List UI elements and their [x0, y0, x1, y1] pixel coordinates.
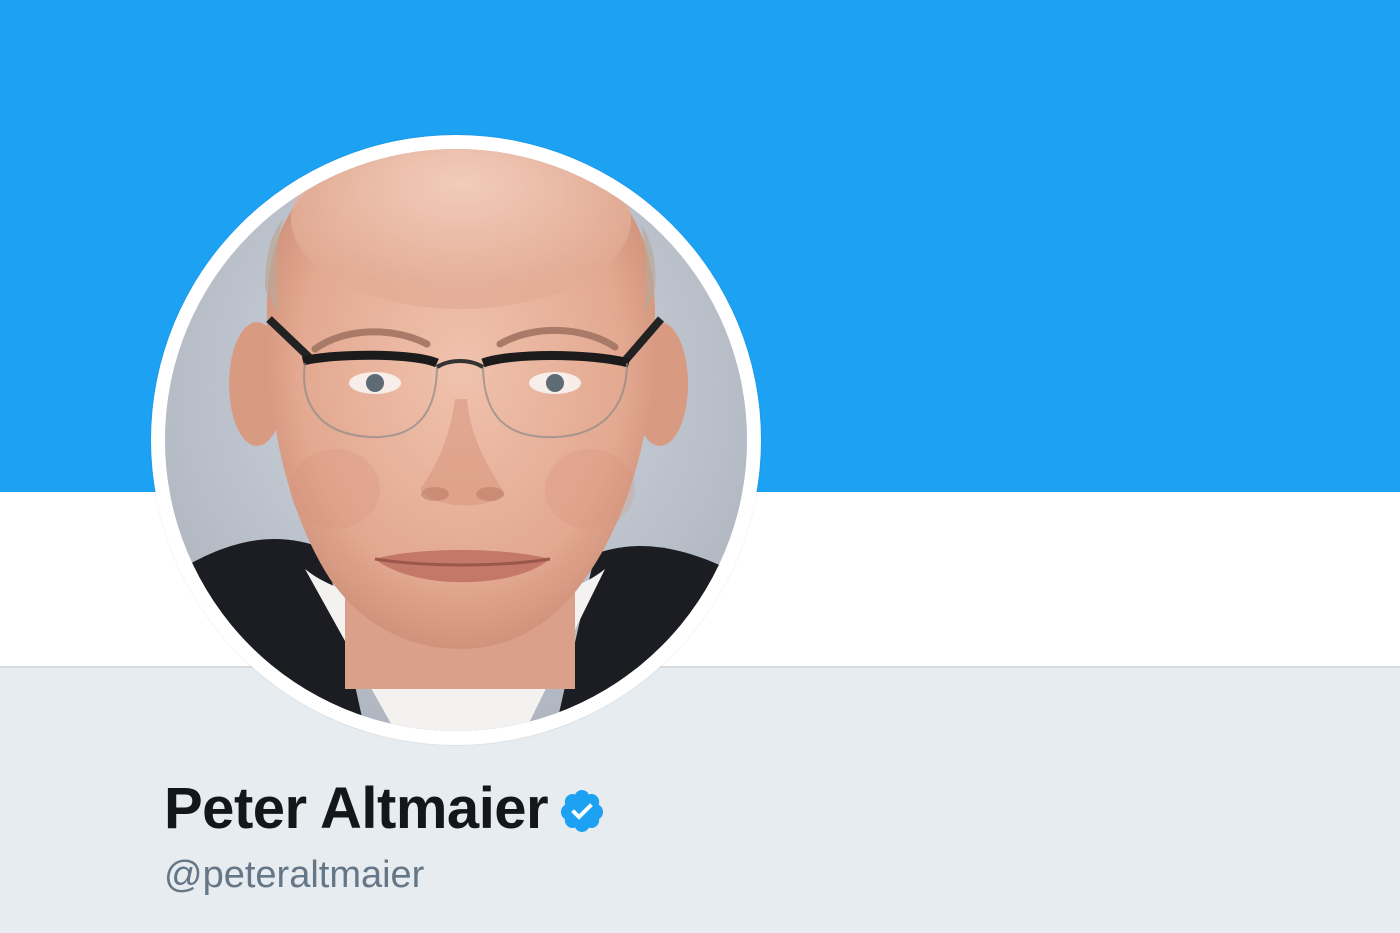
profile-photo — [165, 149, 747, 731]
avatar-image — [165, 149, 747, 731]
profile-name[interactable]: Peter Altmaier — [164, 780, 549, 838]
profile-name-row: Peter Altmaier — [164, 770, 606, 848]
verified-badge-icon — [561, 790, 604, 832]
profile-handle: @peteraltmaier — [164, 854, 425, 896]
profile-avatar[interactable] — [151, 135, 761, 745]
